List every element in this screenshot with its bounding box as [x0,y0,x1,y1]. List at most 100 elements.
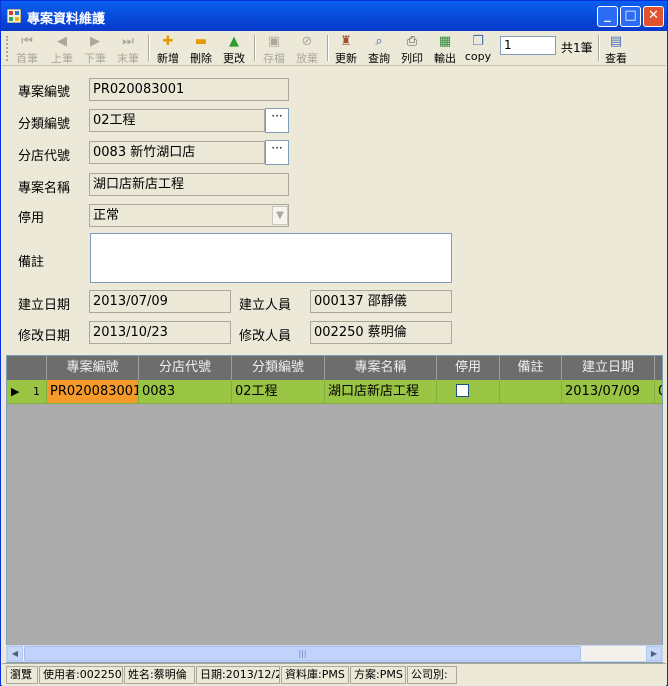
save-button[interactable]: ▣ 存檔 [259,34,289,65]
toolbar-separator [598,35,600,61]
project-no-label: 專案編號 [18,85,71,100]
cancel-icon: ⊘ [301,34,313,49]
status-scheme: 方案:PMS [350,666,406,684]
prev-button[interactable]: ◀ 上筆 [47,34,77,65]
first-button[interactable]: ⏮ 首筆 [12,34,42,65]
edit-button[interactable]: ▲ 更改 [219,34,249,65]
modified-by-field[interactable]: 002250 蔡明倫 [310,321,452,344]
close-button[interactable]: ✕ [643,6,664,27]
minimize-button[interactable]: _ [597,6,618,27]
first-record-icon: ⏮ [21,34,33,49]
branch-code-label: 分店代號 [18,149,71,164]
status-database: 資料庫:PMS [281,666,349,684]
status-company: 公司別: [407,666,457,684]
column-header[interactable]: 分店代號 [139,356,232,380]
cell-project-no[interactable]: PR020083001 [47,380,139,404]
column-header[interactable]: 建立日期 [562,356,655,380]
next-record-icon: ▶ [90,34,100,49]
triangle-up-icon: ▲ [229,34,239,49]
branch-code-field[interactable]: 0083 新竹湖口店 [89,141,265,164]
delete-button[interactable]: ▬ 刪除 [186,34,216,65]
horizontal-scrollbar[interactable]: ◀ ||| ▶ [6,645,663,662]
modified-date-label: 修改日期 [18,329,71,344]
search-icon: ⌕ [375,34,383,49]
copy-icon: ❐ [472,34,484,49]
disabled-checkbox[interactable] [456,384,469,397]
add-icon: ✚ [162,34,174,49]
toolbar-separator [327,35,329,61]
status-name: 姓名:蔡明倫 [124,666,195,684]
title-bar[interactable]: 專案資料維護 _ □ ✕ [1,1,667,31]
app-icon [7,9,21,23]
view-button[interactable]: ▤ 查看 [601,34,631,65]
cell-disabled[interactable] [437,380,500,404]
remark-textarea[interactable] [90,233,452,283]
printer-icon: ⎙ [406,34,418,49]
row-header-corner [7,356,47,380]
column-header[interactable]: 備註 [500,356,562,380]
toolbar: ⏮ 首筆 ◀ 上筆 ▶ 下筆 ⏭ 末筆 ✚ 新增 ▬ 刪除 ▲ 更改 ▣ 存檔 ⊘ 放棄 ♜ 更新 … [2,31,666,66]
category-no-field[interactable]: 02工程 [89,109,265,132]
modified-by-label: 修改人員 [239,329,292,344]
created-date-label: 建立日期 [18,298,71,313]
cell-extra[interactable]: 00 [655,380,662,404]
branch-lookup-button[interactable]: ··· [265,140,289,165]
last-record-icon: ⏭ [122,34,134,49]
next-button[interactable]: ▶ 下筆 [80,34,110,65]
column-header[interactable]: 停用 [437,356,500,380]
data-grid[interactable]: 專案編號 分店代號 分類編號 專案名稱 停用 備註 建立日期 建 ▶1 PR02… [6,355,663,663]
maximize-button[interactable]: □ [620,6,641,27]
add-button[interactable]: ✚ 新增 [153,34,183,65]
toolbar-separator [254,35,256,61]
page-number-input[interactable]: 1 [500,36,556,55]
copy-button[interactable]: ❐ copy [463,34,493,64]
scroll-right-icon[interactable]: ▶ [646,646,662,661]
refresh-icon: ♜ [340,34,352,49]
category-lookup-button[interactable]: ··· [265,108,289,133]
discard-button[interactable]: ⊘ 放棄 [292,34,322,65]
column-header[interactable]: 分類編號 [232,356,325,380]
created-date-field[interactable]: 2013/07/09 [89,290,231,313]
last-button[interactable]: ⏭ 末筆 [113,34,143,65]
status-date: 日期:2013/12/2 [196,666,280,684]
cell-branch[interactable]: 0083 [139,380,232,404]
query-button[interactable]: ⌕ 查詢 [364,34,394,65]
view-document-icon: ▤ [609,34,623,49]
cell-created[interactable]: 2013/07/09 [562,380,655,404]
print-button[interactable]: ⎙ 列印 [397,34,427,65]
toolbar-separator [148,35,150,61]
export-button[interactable]: ▦ 輸出 [430,34,460,65]
toolbar-grip[interactable] [6,36,11,61]
table-row[interactable]: ▶ 1 PR020083001 0083 02工程 湖口店新店工程 2013/07… [7,380,662,404]
column-header[interactable]: 建 [655,356,662,380]
cell-name[interactable]: 湖口店新店工程 [325,380,437,404]
grid-header: 專案編號 分店代號 分類編號 專案名稱 停用 備註 建立日期 建 [7,356,662,380]
chevron-down-icon[interactable]: ▼ [272,206,288,225]
prev-record-icon: ◀ [57,34,67,49]
project-name-field[interactable]: 湖口店新店工程 [89,173,289,196]
spreadsheet-icon: ▦ [438,34,452,49]
cell-remark[interactable] [500,380,562,404]
window-title: 專案資料維護 [27,12,106,27]
project-no-field[interactable]: PR020083001 [89,78,289,101]
remark-label: 備註 [18,255,45,270]
scroll-thumb[interactable]: ||| [24,646,581,661]
minus-icon: ▬ [194,34,208,49]
row-header[interactable]: ▶ 1 [7,380,47,404]
category-no-label: 分類編號 [18,117,71,132]
disabled-select[interactable]: 正常 [89,204,289,227]
scroll-left-icon[interactable]: ◀ [7,646,23,661]
refresh-button[interactable]: ♜ 更新 [331,34,361,65]
status-bar: 瀏覽 使用者:002250 姓名:蔡明倫 日期:2013/12/2 資料庫:PM… [2,663,666,686]
status-user: 使用者:002250 [39,666,123,684]
column-header[interactable]: 專案編號 [47,356,139,380]
modified-date-field[interactable]: 2013/10/23 [89,321,231,344]
record-count: 共1筆 [561,41,593,55]
created-by-field[interactable]: 000137 邵靜儀 [310,290,452,313]
column-header[interactable]: 專案名稱 [325,356,437,380]
cell-category[interactable]: 02工程 [232,380,325,404]
project-name-label: 專案名稱 [18,181,71,196]
current-row-icon: ▶ [11,385,20,398]
created-by-label: 建立人員 [239,298,292,313]
main-window: 專案資料維護 _ □ ✕ ⏮ 首筆 ◀ 上筆 ▶ 下筆 ⏭ 末筆 ✚ 新增 ▬ 刪除 ▲ 更改… [0,0,668,686]
